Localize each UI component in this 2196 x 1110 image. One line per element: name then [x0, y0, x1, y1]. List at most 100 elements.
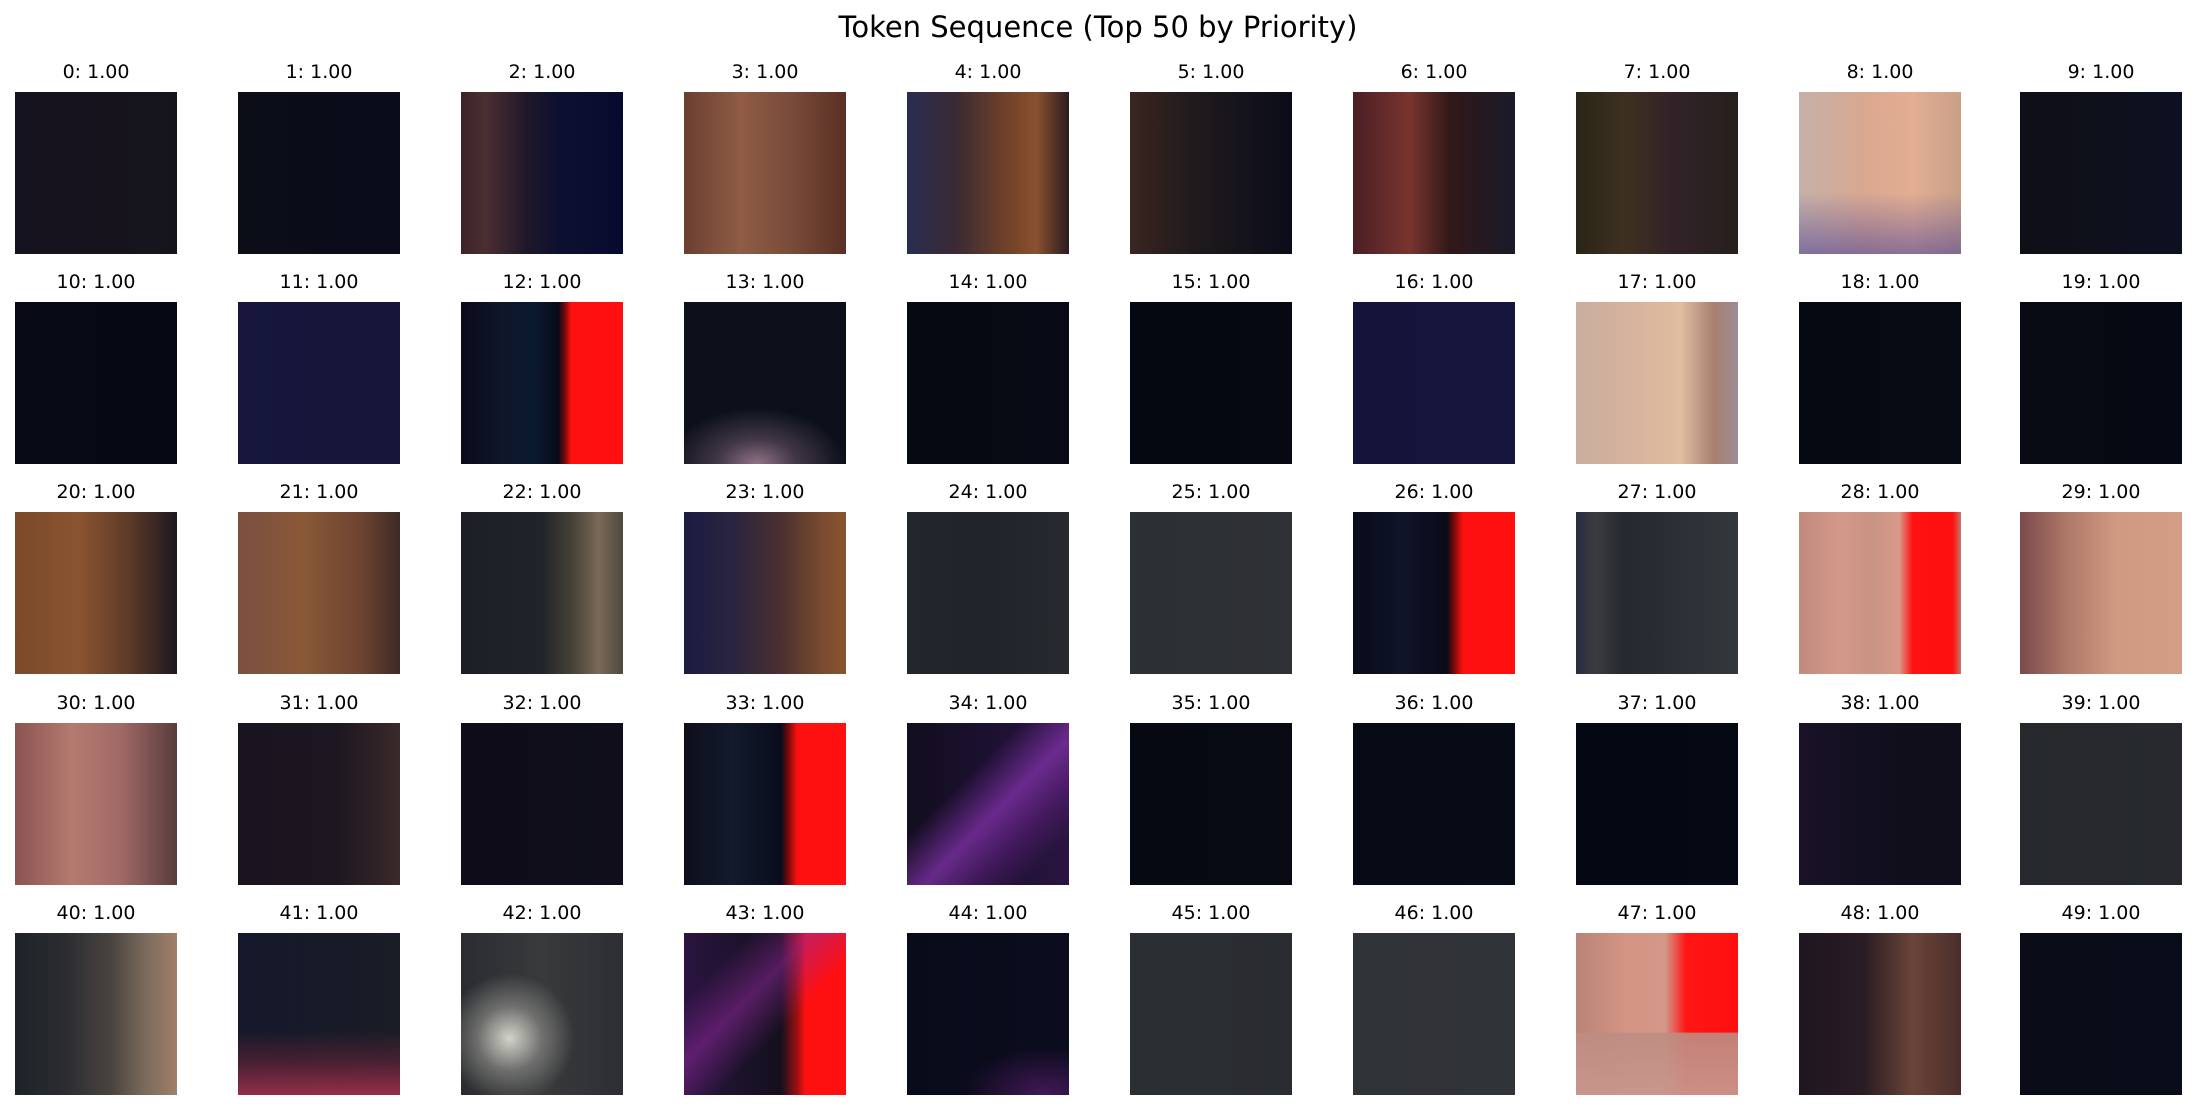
- token-patch-image: [238, 512, 400, 674]
- token-label: 47: 1.00: [1617, 902, 1697, 924]
- token-patch-image: [1353, 723, 1515, 885]
- token-label: 21: 1.00: [279, 481, 359, 503]
- token-label: 11: 1.00: [279, 271, 359, 293]
- token-patch-image: [907, 723, 1069, 885]
- token-label: 19: 1.00: [2061, 271, 2141, 293]
- token-label: 29: 1.00: [2061, 481, 2141, 503]
- token-patch-image: [15, 92, 177, 254]
- token-label: 26: 1.00: [1394, 481, 1474, 503]
- token-patch-image: [1130, 933, 1292, 1095]
- token-label: 14: 1.00: [948, 271, 1028, 293]
- token-label: 7: 1.00: [1623, 61, 1691, 83]
- token-patch-image: [1576, 92, 1738, 254]
- token-patch-image: [684, 933, 846, 1095]
- token-label: 10: 1.00: [56, 271, 136, 293]
- token-patch-image: [2020, 92, 2182, 254]
- token-patch-image: [461, 302, 623, 464]
- token-label: 39: 1.00: [2061, 692, 2141, 714]
- token-label: 3: 1.00: [731, 61, 799, 83]
- token-label: 24: 1.00: [948, 481, 1028, 503]
- token-patch-image: [461, 723, 623, 885]
- token-label: 48: 1.00: [1840, 902, 1920, 924]
- token-patch-image: [1799, 933, 1961, 1095]
- token-label: 9: 1.00: [2067, 61, 2135, 83]
- token-label: 49: 1.00: [2061, 902, 2141, 924]
- token-label: 6: 1.00: [1400, 61, 1468, 83]
- token-patch-image: [15, 723, 177, 885]
- token-patch-image: [461, 933, 623, 1095]
- figure-title: Token Sequence (Top 50 by Priority): [838, 10, 1358, 44]
- token-label: 33: 1.00: [725, 692, 805, 714]
- token-label: 20: 1.00: [56, 481, 136, 503]
- token-patch-image: [1576, 512, 1738, 674]
- token-patch-image: [238, 933, 400, 1095]
- token-patch-image: [684, 512, 846, 674]
- token-label: 25: 1.00: [1171, 481, 1251, 503]
- token-patch-image: [461, 92, 623, 254]
- token-label: 44: 1.00: [948, 902, 1028, 924]
- token-label: 0: 1.00: [62, 61, 130, 83]
- token-patch-image: [1799, 302, 1961, 464]
- token-patch-image: [1576, 302, 1738, 464]
- token-label: 4: 1.00: [954, 61, 1022, 83]
- token-patch-image: [2020, 933, 2182, 1095]
- token-label: 46: 1.00: [1394, 902, 1474, 924]
- token-label: 41: 1.00: [279, 902, 359, 924]
- token-patch-image: [15, 512, 177, 674]
- token-label: 18: 1.00: [1840, 271, 1920, 293]
- token-label: 22: 1.00: [502, 481, 582, 503]
- token-patch-image: [1576, 933, 1738, 1095]
- token-patch-image: [15, 933, 177, 1095]
- token-patch-image: [1130, 723, 1292, 885]
- token-label: 15: 1.00: [1171, 271, 1251, 293]
- token-patch-image: [907, 512, 1069, 674]
- token-patch-image: [238, 723, 400, 885]
- token-label: 40: 1.00: [56, 902, 136, 924]
- token-label: 36: 1.00: [1394, 692, 1474, 714]
- token-label: 42: 1.00: [502, 902, 582, 924]
- token-label: 31: 1.00: [279, 692, 359, 714]
- token-patch-image: [2020, 512, 2182, 674]
- token-patch-image: [1130, 302, 1292, 464]
- token-patch-image: [1353, 302, 1515, 464]
- token-label: 28: 1.00: [1840, 481, 1920, 503]
- token-label: 27: 1.00: [1617, 481, 1697, 503]
- token-patch-image: [684, 723, 846, 885]
- token-patch-image: [1353, 512, 1515, 674]
- token-label: 43: 1.00: [725, 902, 805, 924]
- token-patch-image: [907, 302, 1069, 464]
- token-patch-image: [1130, 92, 1292, 254]
- token-patch-image: [1576, 723, 1738, 885]
- token-label: 34: 1.00: [948, 692, 1028, 714]
- token-label: 12: 1.00: [502, 271, 582, 293]
- token-label: 37: 1.00: [1617, 692, 1697, 714]
- token-patch-image: [1799, 92, 1961, 254]
- token-patch-image: [238, 302, 400, 464]
- token-label: 17: 1.00: [1617, 271, 1697, 293]
- token-label: 38: 1.00: [1840, 692, 1920, 714]
- token-patch-image: [2020, 302, 2182, 464]
- token-patch-image: [684, 302, 846, 464]
- token-label: 2: 1.00: [508, 61, 576, 83]
- token-label: 30: 1.00: [56, 692, 136, 714]
- token-label: 32: 1.00: [502, 692, 582, 714]
- token-patch-image: [907, 92, 1069, 254]
- token-label: 16: 1.00: [1394, 271, 1474, 293]
- token-label: 35: 1.00: [1171, 692, 1251, 714]
- token-label: 23: 1.00: [725, 481, 805, 503]
- token-label: 8: 1.00: [1846, 61, 1914, 83]
- token-patch-image: [15, 302, 177, 464]
- token-patch-image: [684, 92, 846, 254]
- token-patch-image: [1799, 723, 1961, 885]
- token-patch-image: [238, 92, 400, 254]
- token-patch-image: [1353, 933, 1515, 1095]
- token-patch-image: [2020, 723, 2182, 885]
- token-label: 1: 1.00: [285, 61, 353, 83]
- token-label: 45: 1.00: [1171, 902, 1251, 924]
- token-patch-image: [1353, 92, 1515, 254]
- token-patch-image: [1799, 512, 1961, 674]
- token-patch-image: [1130, 512, 1292, 674]
- token-label: 5: 1.00: [1177, 61, 1245, 83]
- token-label: 13: 1.00: [725, 271, 805, 293]
- token-patch-image: [907, 933, 1069, 1095]
